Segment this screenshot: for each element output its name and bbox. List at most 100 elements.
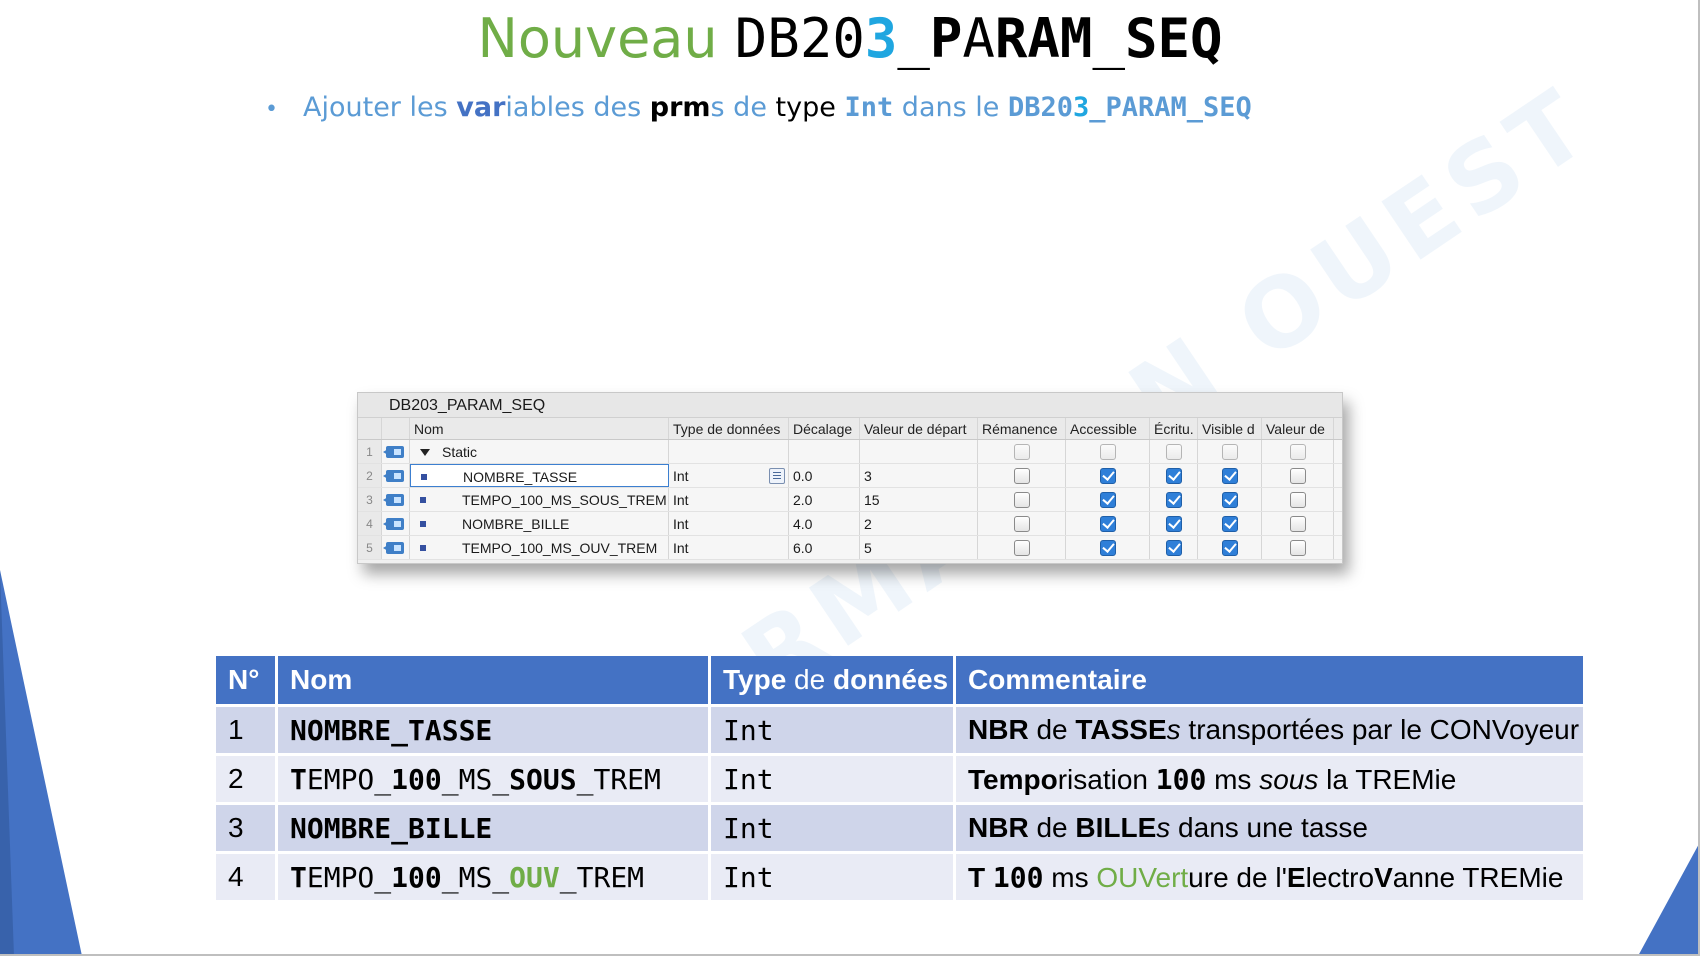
header-valeur-de[interactable]: Valeur de	[1262, 418, 1334, 439]
row-name[interactable]: Static	[410, 440, 669, 463]
row-type[interactable]	[669, 440, 789, 463]
row-start-value[interactable]: 5	[860, 536, 978, 559]
collapse-arrow-icon[interactable]	[420, 449, 430, 457]
remanence-checkbox[interactable]	[978, 488, 1066, 511]
header-accessible[interactable]: Accessible	[1066, 418, 1150, 439]
row-index: 4	[358, 512, 382, 535]
accessible-checkbox[interactable]	[1066, 536, 1150, 559]
nom-part: _MS_	[441, 762, 510, 796]
remanence-checkbox[interactable]	[978, 536, 1066, 559]
visible-checkbox[interactable]	[1198, 488, 1262, 511]
header-n: N°	[216, 656, 278, 704]
corner-decoration-left-shade	[0, 570, 14, 956]
cell-n: 4	[216, 851, 278, 900]
slide-title: Nouveau DB203_PARAM_SEQ	[0, 4, 1700, 74]
variable-icon	[421, 474, 427, 481]
table-row: 2 TEMPO_100_MS_SOUS_TREM Int Temporisati…	[216, 753, 1586, 802]
remanence-checkbox[interactable]	[978, 464, 1066, 487]
row-start-value[interactable]: 15	[860, 488, 978, 511]
nom-part: 100	[391, 762, 442, 796]
visible-checkbox[interactable]	[1198, 440, 1262, 463]
cell-nom: NOMBRE_BILLE	[278, 802, 711, 851]
remanence-checkbox[interactable]	[978, 440, 1066, 463]
remanence-checkbox[interactable]	[978, 512, 1066, 535]
row-name[interactable]: NOMBRE_BILLE	[410, 512, 669, 535]
db-row-tempo-ouv-trem[interactable]: 5 TEMPO_100_MS_OUV_TREM Int 6.0 5	[358, 536, 1342, 560]
ecriture-checkbox[interactable]	[1150, 536, 1198, 559]
header-decalage[interactable]: Décalage	[789, 418, 860, 439]
bullet-text-2: iables des	[505, 92, 650, 123]
ecriture-checkbox[interactable]	[1150, 464, 1198, 487]
valeur-de-checkbox[interactable]	[1262, 488, 1334, 511]
row-start-value[interactable]: 3	[860, 464, 978, 487]
bullet-text-1: Ajouter les	[303, 92, 457, 123]
comment-part: dans une tasse	[1170, 812, 1368, 843]
visible-checkbox[interactable]	[1198, 512, 1262, 535]
row-start-value[interactable]: 2	[860, 512, 978, 535]
valeur-de-checkbox[interactable]	[1262, 536, 1334, 559]
row-name[interactable]: TEMPO_100_MS_OUV_TREM	[410, 536, 669, 559]
title-db-a: A	[962, 7, 995, 70]
ecriture-checkbox[interactable]	[1150, 488, 1198, 511]
db-row-static[interactable]: 1 Static	[358, 440, 1342, 464]
row-start-value[interactable]	[860, 440, 978, 463]
cell-n: 3	[216, 802, 278, 851]
comment-part: OUVert	[1096, 861, 1189, 893]
cell-type: Int	[711, 802, 956, 851]
comment-part: transportées par le CONVoyeur	[1180, 714, 1580, 745]
comment-part: ure de l'	[1188, 861, 1287, 893]
title-db-sep: _	[897, 7, 930, 70]
cell-comment: Temporisation 100 ms sous la TREMie	[956, 753, 1586, 802]
row-type[interactable]: Int	[669, 464, 789, 487]
accessible-checkbox[interactable]	[1066, 488, 1150, 511]
row-type[interactable]: Int	[669, 536, 789, 559]
accessible-checkbox[interactable]	[1066, 440, 1150, 463]
bullet-text-3: s de	[710, 92, 776, 123]
row-index: 2	[358, 464, 382, 487]
comment-part: anne TREMie	[1392, 861, 1564, 893]
row-type[interactable]: Int	[669, 512, 789, 535]
db-icon	[382, 488, 410, 511]
db-row-nombre-bille[interactable]: 4 NOMBRE_BILLE Int 4.0 2	[358, 512, 1342, 536]
visible-checkbox[interactable]	[1198, 536, 1262, 559]
header-type[interactable]: Type de données	[669, 418, 789, 439]
title-word: Nouveau	[477, 7, 718, 70]
header-commentaire: Commentaire	[956, 656, 1586, 704]
row-index: 5	[358, 536, 382, 559]
valeur-de-checkbox[interactable]	[1262, 440, 1334, 463]
comment-part: lectro	[1305, 861, 1375, 893]
db-editor-screenshot: DB203_PARAM_SEQ Nom Type de données Déca…	[357, 392, 1343, 564]
comment-part: BILLE	[1075, 812, 1157, 843]
row-index: 1	[358, 440, 382, 463]
variable-icon	[420, 521, 426, 528]
table-row: 3 NOMBRE_BILLE Int NBR de BILLEs dans un…	[216, 802, 1586, 851]
valeur-de-checkbox[interactable]	[1262, 512, 1334, 535]
accessible-checkbox[interactable]	[1066, 512, 1150, 535]
header-visible[interactable]: Visible d	[1198, 418, 1262, 439]
ecriture-checkbox[interactable]	[1150, 512, 1198, 535]
ecriture-checkbox[interactable]	[1150, 440, 1198, 463]
row-name[interactable]: TEMPO_100_MS_SOUS_TREM	[410, 488, 669, 511]
bullet-text-type: type	[775, 92, 836, 123]
row-name[interactable]: NOMBRE_TASSE	[410, 464, 669, 487]
corner-decoration-right	[1638, 842, 1700, 956]
row-index: 3	[358, 488, 382, 511]
header-valeur-depart[interactable]: Valeur de départ	[860, 418, 978, 439]
db-row-nombre-tasse[interactable]: 2 NOMBRE_TASSE Int 0.0 3	[358, 464, 1342, 488]
header-nom[interactable]: Nom	[410, 418, 669, 439]
visible-checkbox[interactable]	[1198, 464, 1262, 487]
db-row-tempo-sous-trem[interactable]: 3 TEMPO_100_MS_SOUS_TREM Int 2.0 15	[358, 488, 1342, 512]
table-header-row: N° Nom Type de données Commentaire	[216, 656, 1586, 704]
bullet-instruction: • Ajouter les variables des prms de type …	[265, 88, 1252, 130]
bullet-db-c: _PARAM_SEQ	[1089, 92, 1252, 123]
header-remanence[interactable]: Rémanence	[978, 418, 1066, 439]
valeur-de-checkbox[interactable]	[1262, 464, 1334, 487]
header-ecriture[interactable]: Écritu.	[1150, 418, 1198, 439]
nom-part: _TREM	[576, 762, 661, 796]
nom-part: SOUS	[509, 762, 577, 796]
row-name-text: TEMPO_100_MS_SOUS_TREM	[462, 492, 667, 508]
type-list-icon[interactable]	[769, 468, 785, 484]
accessible-checkbox[interactable]	[1066, 464, 1150, 487]
row-type[interactable]: Int	[669, 488, 789, 511]
nom-part: T	[290, 762, 307, 796]
